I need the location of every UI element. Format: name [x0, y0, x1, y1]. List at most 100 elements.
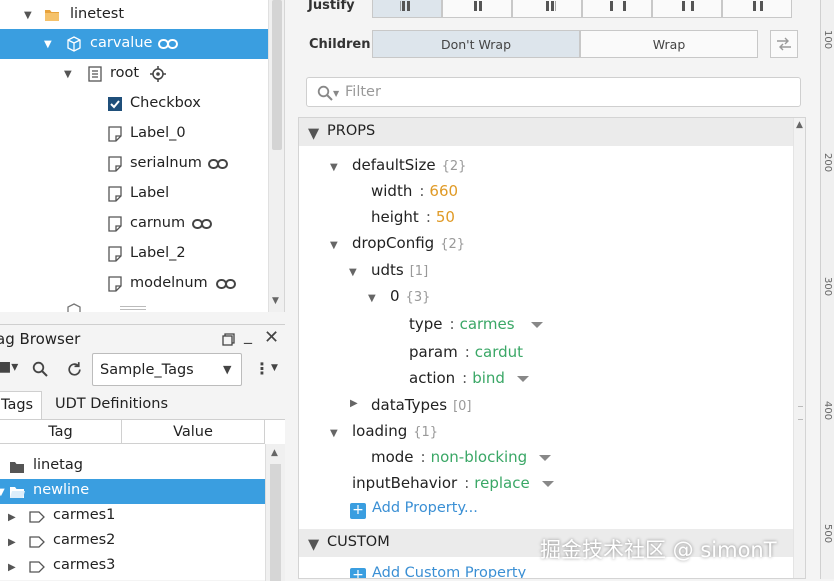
collapse-caret-icon[interactable]: ▼: [330, 162, 338, 173]
refresh-icon[interactable]: [66, 361, 83, 378]
collapse-caret-icon[interactable]: ▼: [368, 293, 376, 304]
tag-provider-select[interactable]: Sample_Tags ▼: [92, 353, 242, 386]
add-tag-dropdown-icon[interactable]: ■▾: [0, 359, 18, 375]
table-row[interactable]: ▶ carmes2: [0, 529, 265, 554]
prop-inputBehavior[interactable]: inputBehavior: replace: [352, 474, 554, 498]
scrollbar-thumb[interactable]: [272, 0, 282, 150]
prop-udts-0[interactable]: 0 {3}: [390, 287, 430, 311]
justify-center-button[interactable]: [442, 0, 512, 18]
prop-action[interactable]: action: bind: [409, 369, 529, 393]
swap-direction-button[interactable]: [770, 30, 798, 58]
prop-udts[interactable]: udts [1]: [371, 261, 428, 285]
collapse-caret-icon[interactable]: ▼: [308, 537, 319, 553]
table-row[interactable]: linetag: [0, 454, 265, 479]
prop-mode[interactable]: mode: non-blocking: [371, 448, 552, 472]
section-header-props[interactable]: ▼ PROPS: [299, 118, 793, 146]
collapse-caret-icon[interactable]: ▼: [308, 126, 319, 142]
collapse-caret-icon[interactable]: ▼: [44, 39, 52, 50]
expand-caret-icon[interactable]: ▶: [350, 398, 358, 409]
plus-icon: +: [350, 503, 366, 519]
udt-instance-icon: [29, 561, 45, 573]
dropdown-caret-icon[interactable]: [530, 321, 543, 328]
scroll-up-icon[interactable]: ▲: [271, 448, 278, 458]
column-header-value[interactable]: Value: [122, 420, 265, 444]
props-scrollbar[interactable]: ▲: [793, 118, 805, 578]
table-row[interactable]: ▶ carmes3: [0, 554, 265, 579]
scrollbar-thumb[interactable]: [270, 464, 281, 581]
scroll-down-icon[interactable]: ▼: [272, 296, 279, 306]
add-custom-property-label: Add Custom Property: [372, 565, 527, 579]
expand-caret-icon[interactable]: ▶: [8, 512, 16, 523]
tree-item-carvalue[interactable]: ▼ carvalue: [0, 29, 268, 59]
dropdown-caret-icon[interactable]: [516, 375, 529, 382]
collapse-caret-icon[interactable]: ▼: [349, 267, 357, 278]
collapse-caret-icon[interactable]: ▼: [330, 240, 338, 251]
tree-item-label-2[interactable]: Label_2: [0, 239, 268, 269]
prop-type[interactable]: type: carmes: [409, 315, 543, 339]
option-label: Wrap: [652, 37, 686, 52]
ruler-tick-label: 500: [822, 524, 833, 544]
tree-item-label[interactable]: Label: [0, 179, 268, 209]
prop-height[interactable]: height:50: [371, 208, 455, 232]
justify-space-between-button[interactable]: [582, 0, 652, 18]
tree-item-checkbox[interactable]: Checkbox: [0, 89, 268, 119]
dont-wrap-button[interactable]: Don't Wrap: [372, 30, 580, 58]
scroll-up-icon[interactable]: ▲: [796, 120, 803, 130]
prop-loading[interactable]: loading {1}: [352, 422, 438, 446]
dropdown-caret-icon[interactable]: [539, 454, 552, 461]
column-label: Tag: [48, 424, 73, 440]
justify-end-button[interactable]: [512, 0, 582, 18]
table-row[interactable]: ▶ carmes1: [0, 504, 265, 529]
chevron-down-icon[interactable]: ▼: [271, 363, 278, 373]
tab-udt-definitions[interactable]: UDT Definitions: [46, 391, 186, 419]
tree-item-carnum[interactable]: carnum: [0, 209, 268, 239]
children-label: Children: [309, 37, 371, 52]
close-icon[interactable]: ✕: [264, 327, 279, 348]
add-property-button[interactable]: + Add Property...: [350, 500, 478, 519]
tag-name: newline: [33, 482, 90, 498]
props-panel: ▼ PROPS ▼ defaultSize {2} width:660 heigh…: [298, 117, 806, 579]
prop-dataTypes[interactable]: dataTypes [0]: [371, 396, 471, 420]
tree-item-root[interactable]: ▼ root: [0, 59, 268, 89]
prop-width[interactable]: width:660: [371, 182, 458, 206]
tree-item-serialnum[interactable]: serialnum: [0, 149, 268, 179]
prop-defaultSize[interactable]: defaultSize {2}: [352, 156, 466, 180]
restore-window-icon[interactable]: [222, 333, 235, 346]
dropdown-caret-icon[interactable]: [541, 480, 554, 487]
search-icon: [317, 85, 333, 101]
tree-item-label: serialnum: [130, 155, 202, 171]
search-icon[interactable]: [32, 361, 48, 377]
label-icon: [108, 216, 122, 232]
tree-item-linetest[interactable]: ▼ linetest: [0, 0, 268, 30]
expand-caret-icon[interactable]: ▶: [8, 562, 16, 573]
table-row[interactable]: ▼ newline: [0, 479, 265, 504]
ruler-tick-label: 400: [822, 401, 833, 421]
collapse-caret-icon[interactable]: ▼: [330, 428, 338, 439]
collapse-caret-icon[interactable]: ▼: [64, 69, 72, 80]
collapse-caret-icon[interactable]: ▼: [0, 487, 5, 498]
prop-dropConfig[interactable]: dropConfig {2}: [352, 234, 465, 258]
scrollbar-grip[interactable]: [798, 406, 803, 420]
folder-icon: [10, 462, 24, 473]
tree-item-label-0[interactable]: Label_0: [0, 119, 268, 149]
filter-input[interactable]: ▼ Filter: [306, 77, 801, 107]
justify-space-evenly-button[interactable]: [722, 0, 792, 18]
justify-space-evenly-icon: [753, 1, 763, 11]
tree-item-modelnum[interactable]: modelnum: [0, 269, 268, 299]
label-icon: [108, 156, 122, 172]
tab-tags[interactable]: Tags: [0, 391, 42, 419]
collapse-caret-icon[interactable]: ▼: [24, 10, 32, 21]
tree-scrollbar[interactable]: ▼: [268, 0, 284, 312]
justify-start-button[interactable]: [372, 0, 442, 18]
expand-caret-icon[interactable]: ▶: [8, 537, 16, 548]
more-options-icon[interactable]: ⋮: [254, 359, 270, 378]
minimize-icon[interactable]: _: [244, 325, 252, 344]
tag-table-scrollbar[interactable]: ▲: [265, 444, 285, 581]
prop-param[interactable]: param: cardut: [409, 343, 523, 367]
column-header-tag[interactable]: Tag: [0, 420, 122, 444]
wrap-button[interactable]: Wrap: [580, 30, 758, 58]
splitter-grip[interactable]: [120, 306, 146, 310]
container-icon: [88, 66, 102, 82]
justify-space-around-button[interactable]: [652, 0, 722, 18]
add-custom-property-button[interactable]: + Add Custom Property: [350, 565, 527, 579]
